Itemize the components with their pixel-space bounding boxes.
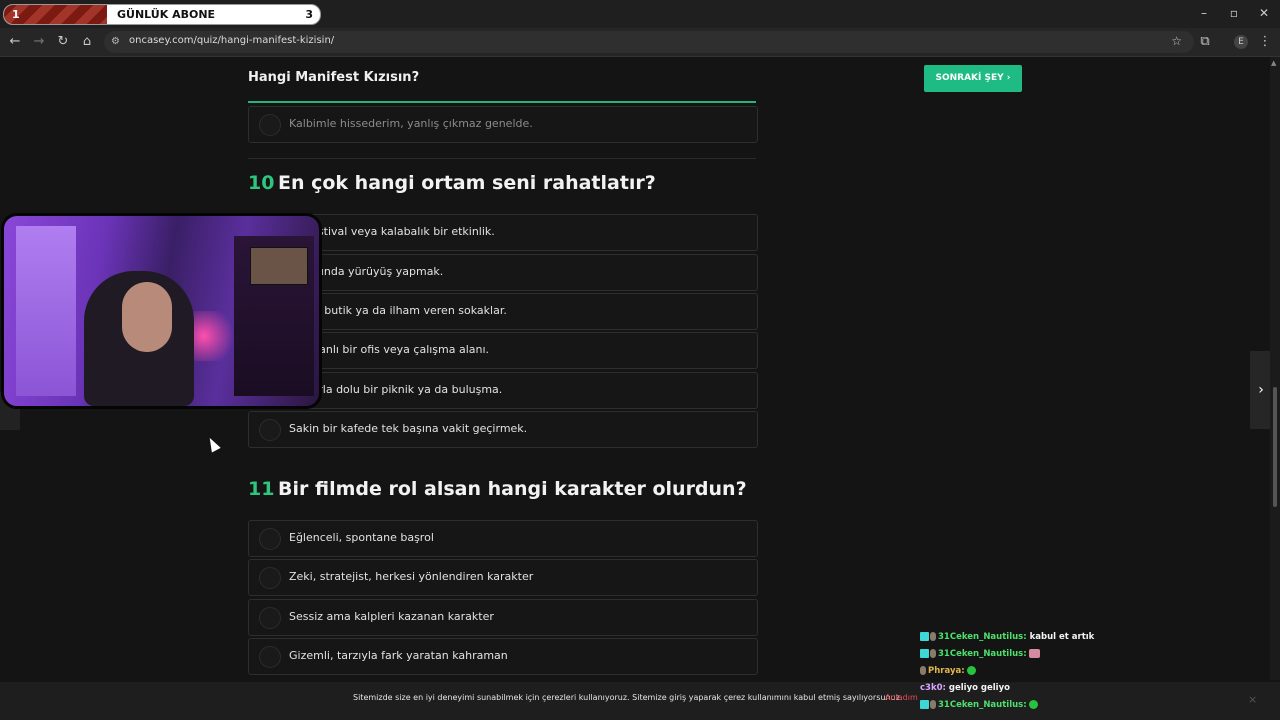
radio-circle[interactable]	[259, 646, 281, 668]
back-icon[interactable]: ←	[4, 31, 26, 53]
chat-message: 31Ceken_Nautilus: kabul et artık	[920, 632, 1170, 649]
forward-icon[interactable]: →	[28, 31, 50, 53]
answer-option[interactable]: daşlarla dolu bir piknik ya da buluşma.	[248, 372, 758, 409]
chat-text: kabul et artık	[1029, 632, 1095, 642]
chat-badge-icon	[920, 649, 929, 658]
chat-username: Phraya:	[928, 666, 965, 676]
chat-badge-icon	[920, 700, 929, 709]
chat-avatar-icon	[920, 666, 926, 675]
restore-icon[interactable]: ▫	[1226, 6, 1242, 20]
chat-avatar-icon	[930, 632, 936, 641]
chat-username: 31Ceken_Nautilus:	[938, 632, 1027, 642]
cookie-close-icon[interactable]: ×	[1248, 693, 1257, 706]
chat-message: c3k0: geliyo geliyo	[920, 683, 1170, 700]
answer-option[interactable]: Sakin bir kafede tek başına vakit geçirm…	[248, 411, 758, 448]
emote-icon	[1028, 700, 1038, 709]
bookmark-star-icon[interactable]: ☆	[1171, 34, 1182, 48]
answer-option[interactable]: er, festival veya kalabalık bir etkinlik…	[248, 214, 758, 251]
question-number: 11	[248, 478, 275, 500]
emote-icon	[966, 666, 976, 675]
quiz-title: Hangi Manifest Kızısın?	[248, 70, 420, 85]
chat-avatar-icon	[930, 700, 936, 709]
reload-icon[interactable]: ↻	[52, 31, 74, 53]
goal-title: GÜNLÜK ABONE	[117, 8, 216, 21]
subscriber-goal-banner: 1 GÜNLÜK ABONE 3	[3, 4, 321, 25]
profile-avatar[interactable]: E	[1230, 31, 1252, 53]
radio-circle[interactable]	[259, 114, 281, 136]
chat-text: geliyo geliyo	[948, 683, 1010, 693]
answer-option[interactable]: ge bir butik ya da ilham veren sokaklar.	[248, 293, 758, 330]
streamer-webcam	[1, 213, 322, 409]
close-window-icon[interactable]: ✕	[1256, 6, 1272, 20]
chat-message: 31Ceken_Nautilus:	[920, 700, 1170, 717]
emote-icon	[1028, 649, 1040, 658]
question-text: Bir filmde rol alsan hangi karakter olur…	[278, 478, 747, 500]
quiz-sticky-header: Hangi Manifest Kızısın?	[248, 57, 756, 103]
answer-option[interactable]: Eğlenceli, spontane başrol	[248, 520, 758, 557]
cookie-text: Sitemizde size en iyi deneyimi sunabilme…	[353, 693, 903, 702]
goal-target-count: 3	[305, 8, 313, 21]
chat-message: 31Ceken_Nautilus:	[920, 649, 1170, 666]
address-bar-row: ← → ↻ ⌂ ⚙ oncasey.com/quiz/hangi-manifes…	[0, 28, 1280, 57]
goal-current-count: 1	[12, 8, 20, 21]
answer-option[interactable]: Kalbimle hissederim, yanlış çıkmaz genel…	[248, 106, 758, 143]
answer-option[interactable]: Zeki, stratejist, herkesi yönlendiren ka…	[248, 559, 758, 596]
extensions-icon[interactable]: ⧉	[1194, 31, 1216, 53]
answer-option-label: Kalbimle hissederim, yanlış çıkmaz genel…	[289, 117, 533, 130]
cookie-accept-link[interactable]: Anladım	[885, 693, 918, 702]
answer-option-label: Eğlenceli, spontane başrol	[289, 531, 434, 544]
stream-chat: 31Ceken_Nautilus: kabul et artık 31Ceken…	[920, 632, 1170, 717]
answer-option[interactable]: Gizemli, tarzıyla fark yaratan kahraman	[248, 638, 758, 675]
answer-option[interactable]: Sessiz ama kalpleri kazanan karakter	[248, 599, 758, 636]
radio-circle[interactable]	[259, 419, 281, 441]
scrollbar-thumb[interactable]	[1273, 387, 1277, 507]
question-divider	[248, 158, 756, 159]
minimize-icon[interactable]: –	[1196, 6, 1212, 20]
url-field[interactable]: ⚙ oncasey.com/quiz/hangi-manifest-kizisi…	[104, 31, 1194, 53]
chat-username: c3k0:	[920, 683, 946, 693]
radio-circle[interactable]	[259, 607, 281, 629]
page-scrollbar[interactable]: ▲	[1270, 57, 1280, 680]
answer-option-label: Zeki, stratejist, herkesi yönlendiren ka…	[289, 570, 534, 583]
question-number: 10	[248, 172, 275, 194]
chat-message: Phraya:	[920, 666, 1170, 683]
site-info-icon[interactable]: ⚙	[111, 36, 120, 47]
answer-option-label: Gizemli, tarzıyla fark yaratan kahraman	[289, 649, 508, 662]
chat-avatar-icon	[930, 649, 936, 658]
chat-badge-icon	[920, 632, 929, 641]
menu-kebab-icon[interactable]: ⋮	[1254, 31, 1276, 53]
scroll-up-icon[interactable]: ▲	[1271, 59, 1276, 67]
webcam-window	[16, 226, 76, 396]
webcam-face	[122, 282, 172, 352]
answer-option-label: Sessiz ama kalpleri kazanan karakter	[289, 610, 494, 623]
home-icon[interactable]: ⌂	[76, 31, 98, 53]
next-quiz-button[interactable]: SONRAKİ ŞEY ›	[924, 65, 1022, 92]
answer-option[interactable]: nli, planlı bir ofis veya çalışma alanı.	[248, 332, 758, 369]
webcam-inset	[250, 247, 308, 285]
radio-circle[interactable]	[259, 528, 281, 550]
question-text: En çok hangi ortam seni rahatlatır?	[278, 172, 656, 194]
chat-username: 31Ceken_Nautilus:	[938, 649, 1027, 659]
radio-circle[interactable]	[259, 567, 281, 589]
answer-option[interactable]: batımında yürüyüş yapmak.	[248, 254, 758, 291]
answer-option-label: Sakin bir kafede tek başına vakit geçirm…	[289, 422, 528, 435]
next-quiz-arrow-icon[interactable]: ›	[1250, 351, 1272, 429]
chat-username: 31Ceken_Nautilus:	[938, 700, 1027, 710]
url-text[interactable]: oncasey.com/quiz/hangi-manifest-kizisin/	[129, 35, 334, 46]
